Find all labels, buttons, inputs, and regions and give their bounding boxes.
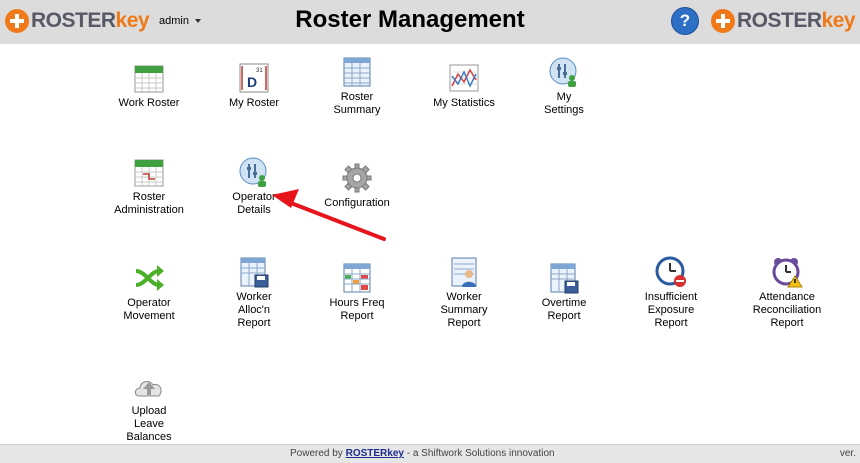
insufficient-exposure-report-tile[interactable]: Insufficient Exposure Report — [621, 256, 721, 330]
person-report-icon — [451, 257, 477, 287]
rosterkey-logo[interactable]: ROSTERkey — [5, 6, 150, 36]
tile-label: Insufficient Exposure Report — [644, 291, 698, 329]
cloud-upload-icon — [134, 380, 162, 397]
calendar-admin-icon — [134, 159, 164, 187]
tile-label: Configuration — [324, 197, 390, 209]
my-roster-tile[interactable]: 31 D My Roster — [204, 62, 304, 110]
operator-icon — [239, 157, 267, 187]
hours-freq-report-tile[interactable]: Hours Freq Report — [307, 262, 407, 323]
tile-label: Attendance Reconciliation Report — [752, 291, 822, 329]
my-statistics-tile[interactable]: My Statistics — [414, 62, 514, 110]
overtime-report-tile[interactable]: Overtime Report — [514, 262, 614, 323]
rosterkey-logo-text: ROSTERkey — [31, 9, 150, 32]
tile-label: Worker Summary Report — [440, 291, 488, 329]
rosterkey-logo-text: ROSTERkey — [737, 9, 856, 32]
my-settings-tile[interactable]: My Settings — [514, 56, 614, 117]
attendance-reconciliation-report-tile[interactable]: Attendance Reconciliation Report — [737, 256, 837, 330]
roster-administration-tile[interactable]: Roster Administration — [99, 156, 199, 217]
tile-label: Hours Freq Report — [329, 297, 385, 322]
grid-icon — [343, 57, 371, 87]
worker-allocn-report-tile[interactable]: Worker Alloc'n Report — [204, 256, 304, 330]
footer-bar: Powered by ROSTERkey - a Shiftwork Solut… — [0, 444, 860, 463]
grid-color-icon — [343, 263, 371, 293]
powered-by-text: Powered by ROSTERkey - a Shiftwork Solut… — [290, 448, 555, 459]
tile-label: Operator Movement — [123, 297, 175, 322]
user-settings-icon — [549, 57, 577, 87]
tile-label: Operator Details — [232, 191, 276, 216]
caret-down-icon — [194, 19, 201, 23]
page-title: Roster Management — [295, 6, 525, 33]
report-save-icon — [550, 263, 579, 294]
day-calendar-icon: 31 D — [239, 63, 269, 93]
tile-label: Work Roster — [118, 97, 180, 109]
gear-icon — [342, 163, 372, 193]
rosterkey-logo-mark-icon — [5, 9, 29, 33]
operator-details-tile[interactable]: Operator Details — [204, 156, 304, 217]
upload-leave-balances-tile[interactable]: Upload Leave Balances — [99, 370, 199, 444]
rosterkey-link[interactable]: ROSTERkey — [346, 448, 404, 459]
clock-stop-icon — [655, 256, 686, 287]
header-bar: ROSTERkey admin Roster Management ? ROST… — [0, 0, 860, 44]
svg-text:D: D — [247, 74, 257, 90]
operator-movement-tile[interactable]: Operator Movement — [99, 262, 199, 323]
tile-label: Upload Leave Balances — [126, 405, 172, 443]
help-button[interactable]: ? — [671, 7, 699, 35]
line-chart-icon — [449, 64, 479, 92]
configuration-tile[interactable]: Configuration — [307, 162, 407, 210]
tile-label: My Statistics — [433, 97, 495, 109]
tile-label: Worker Alloc'n Report — [236, 291, 272, 329]
rosterkey-logo-right: ROSTERkey — [711, 6, 856, 36]
user-name: admin — [159, 15, 189, 27]
worker-summary-report-tile[interactable]: Worker Summary Report — [414, 256, 514, 330]
roster-summary-tile[interactable]: Roster Summary — [307, 56, 407, 117]
version-text: ver. — [839, 448, 856, 459]
calendar-icon — [134, 65, 164, 93]
rosterkey-logo-mark-icon — [711, 9, 735, 33]
shuffle-icon — [135, 265, 164, 291]
tile-label: Roster Administration — [114, 191, 184, 216]
work-roster-tile[interactable]: Work Roster — [99, 62, 199, 110]
tile-label: Overtime Report — [541, 297, 587, 322]
user-menu[interactable]: admin — [159, 15, 201, 27]
tile-label: My Roster — [228, 97, 280, 109]
tile-label: My Settings — [544, 91, 584, 116]
report-save-icon — [240, 257, 269, 288]
tile-label: Roster Summary — [333, 91, 381, 116]
alarm-warning-icon — [772, 258, 803, 288]
